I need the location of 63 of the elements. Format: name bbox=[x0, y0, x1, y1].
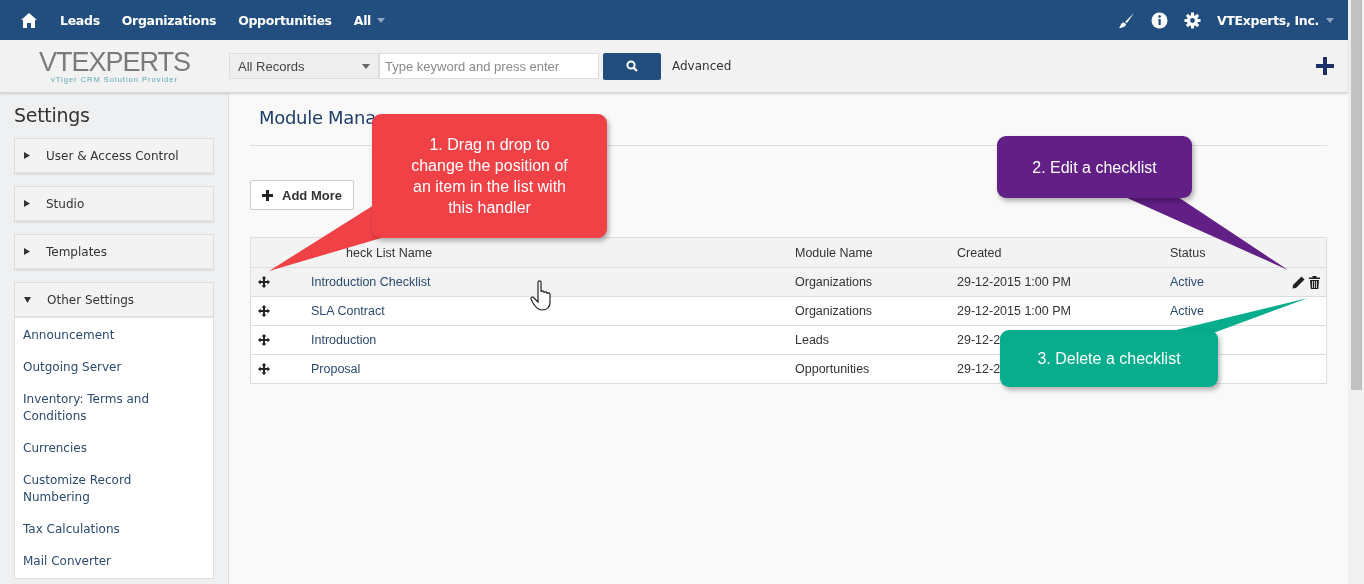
sidebar-title: Settings bbox=[14, 104, 91, 126]
caret-down-icon bbox=[24, 296, 31, 303]
sidebar-link[interactable]: Tax Calculations bbox=[15, 514, 171, 546]
callout-box: 2. Edit a checklist bbox=[997, 136, 1192, 198]
sidebar-link[interactable]: Customize Record Numbering bbox=[15, 465, 171, 514]
checklist-name-link[interactable]: Introduction Checklist bbox=[311, 275, 431, 289]
drag-handle-icon[interactable] bbox=[258, 305, 270, 317]
sidebar-section-header[interactable]: Other Settings bbox=[15, 283, 213, 318]
module-name: Organizations bbox=[795, 304, 873, 318]
drag-handle-icon[interactable] bbox=[258, 334, 270, 346]
drag-handle-icon[interactable] bbox=[258, 363, 270, 375]
created-date: 29-12-2015 1:00 PM bbox=[957, 304, 1071, 318]
sidebar-link[interactable]: Currencies bbox=[15, 433, 171, 465]
logo-wordmark: VTEXPERTS bbox=[38, 48, 191, 75]
table-row[interactable]: SLA Contract Organizations 29-12-2015 1:00 PM Active bbox=[250, 296, 1327, 326]
add-more-button[interactable]: Add More bbox=[250, 180, 354, 210]
sidebar-section-header[interactable]: Templates bbox=[15, 235, 213, 270]
table-row[interactable]: Introduction Checklist Organizations 29-12-2015 1:00 PM Active bbox=[250, 267, 1327, 297]
caret-icon bbox=[362, 63, 370, 69]
sidebar-link[interactable]: Outgoing Server bbox=[15, 352, 171, 384]
search-button[interactable] bbox=[603, 52, 661, 80]
caret-icon bbox=[1326, 17, 1334, 23]
column-header: Module Name bbox=[795, 245, 873, 260]
sidebar-section-header[interactable]: Studio bbox=[15, 187, 213, 222]
drag-handle-icon[interactable] bbox=[258, 276, 270, 288]
caret-right-icon bbox=[24, 200, 30, 207]
settings-icon[interactable] bbox=[1183, 11, 1201, 29]
home-icon[interactable] bbox=[20, 11, 38, 29]
status-text: Active bbox=[1170, 304, 1205, 318]
sidebar-link[interactable]: Mail Converter bbox=[15, 546, 171, 578]
column-header: Status bbox=[1170, 245, 1206, 260]
column-header: heck List Name bbox=[346, 245, 433, 260]
search-icon bbox=[626, 60, 638, 72]
scrollbar[interactable] bbox=[1348, 0, 1364, 584]
advanced-search-link[interactable]: Advanced bbox=[672, 59, 732, 73]
created-date: 29-12-2 bbox=[957, 333, 1001, 347]
nav-link[interactable]: Opportunities bbox=[238, 12, 332, 28]
info-icon[interactable] bbox=[1150, 11, 1168, 29]
sidebar-link[interactable]: Inventory: Terms and Conditions bbox=[15, 384, 171, 433]
caret-right-icon bbox=[24, 248, 30, 255]
created-date: 29-12-2015 1:00 PM bbox=[957, 275, 1071, 289]
search-scope-dropdown[interactable]: All Records bbox=[229, 53, 379, 79]
module-name: Organizations bbox=[795, 275, 873, 289]
trash-icon[interactable] bbox=[1309, 275, 1320, 289]
checklist-name-link[interactable]: SLA Contract bbox=[311, 304, 385, 318]
checklist-name-link[interactable]: Introduction bbox=[311, 333, 377, 347]
checklist-name-link[interactable]: Proposal bbox=[311, 362, 361, 376]
plus-icon bbox=[262, 189, 273, 201]
pencil-icon[interactable] bbox=[1292, 275, 1305, 289]
user-menu[interactable]: VTExperts, Inc. bbox=[1216, 12, 1334, 28]
module-name: Leads bbox=[795, 333, 830, 347]
nav-link[interactable]: All bbox=[353, 12, 386, 28]
module-name: Opportunities bbox=[795, 362, 870, 376]
add-icon[interactable] bbox=[1316, 57, 1334, 75]
caret-right-icon bbox=[24, 152, 30, 159]
created-date: 29-12-2 bbox=[957, 362, 1001, 376]
nav-link[interactable]: Organizations bbox=[121, 12, 217, 28]
sidebar-section-header[interactable]: User & Access Control bbox=[15, 139, 213, 174]
sidebar-link[interactable]: Announcement bbox=[15, 320, 171, 352]
status-text: Active bbox=[1170, 275, 1205, 289]
search-field[interactable]: Type keyword and press enter bbox=[379, 53, 599, 79]
nav-link[interactable]: Leads bbox=[60, 12, 100, 28]
column-header: Created bbox=[957, 245, 1002, 260]
